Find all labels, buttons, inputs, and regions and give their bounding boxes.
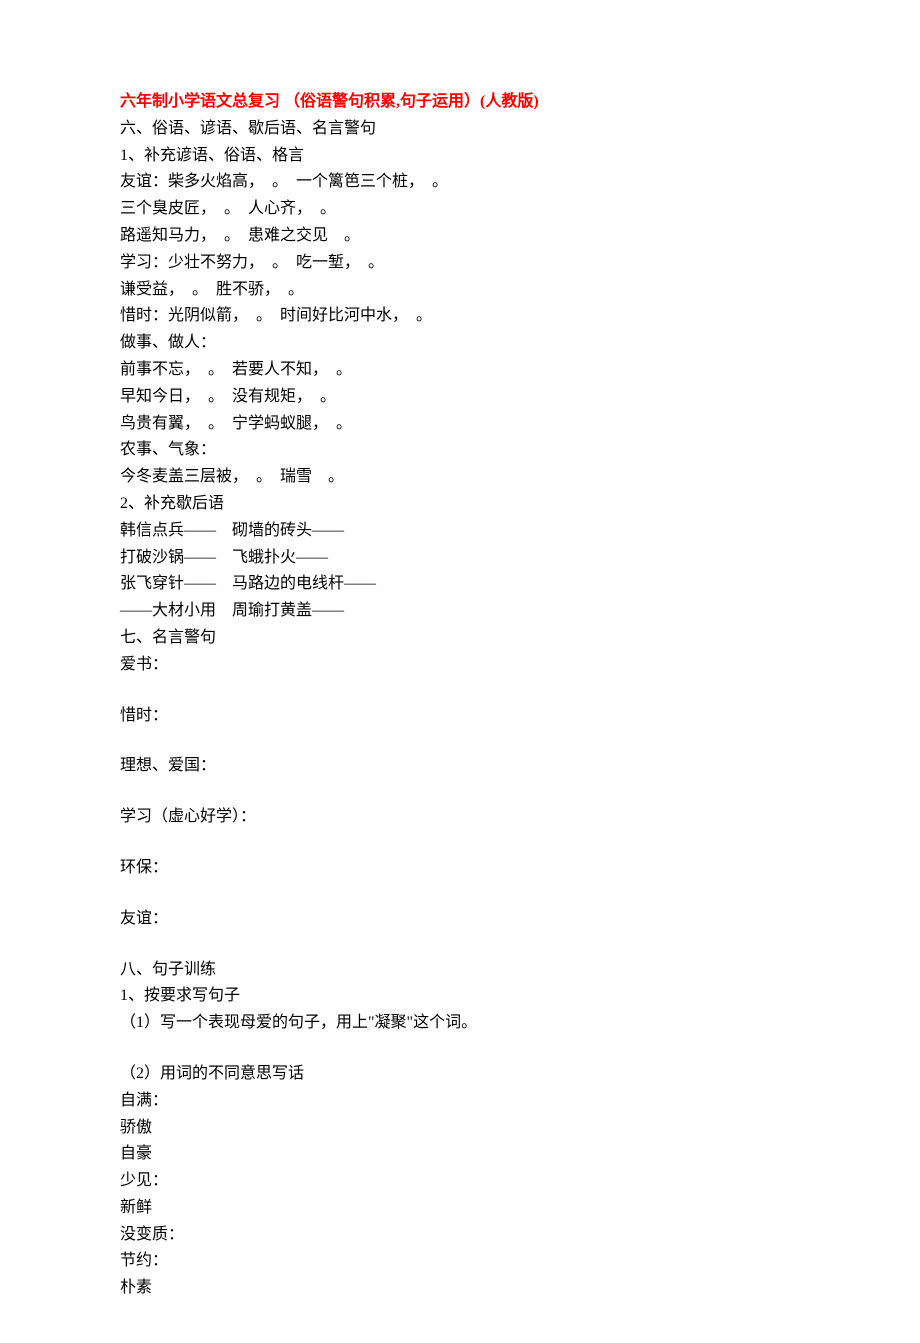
text-line: 2、补充歇后语 xyxy=(120,492,800,517)
text-line: 打破沙锅—— 飞蛾扑火—— xyxy=(120,546,800,571)
blank-line xyxy=(120,680,800,704)
text-line: 做事、做人： xyxy=(120,331,800,356)
text-line: 自满： xyxy=(120,1089,800,1114)
blank-line xyxy=(120,730,800,754)
text-line: 朴素 xyxy=(120,1276,800,1301)
text-line: 八、句子训练 xyxy=(120,958,800,983)
text-line: 谦受益， 。 胜不骄， 。 xyxy=(120,278,800,303)
blank-line xyxy=(120,781,800,805)
text-line: ——大材小用 周瑜打黄盖—— xyxy=(120,599,800,624)
text-line: 早知今日， 。 没有规矩， 。 xyxy=(120,385,800,410)
text-line: 惜时： xyxy=(120,704,800,729)
text-line: 六、俗语、谚语、歇后语、名言警句 xyxy=(120,117,800,142)
text-line: 友谊： xyxy=(120,907,800,932)
text-line: 自豪 xyxy=(120,1142,800,1167)
text-line: 前事不忘， 。 若要人不知， 。 xyxy=(120,358,800,383)
text-line: 少见： xyxy=(120,1169,800,1194)
blank-line xyxy=(120,832,800,856)
text-line: 今冬麦盖三层被， 。 瑞雪 。 xyxy=(120,465,800,490)
text-line: 新鲜 xyxy=(120,1196,800,1221)
document-title: 六年制小学语文总复习 （俗语警句积累,句子运用）(人教版) xyxy=(120,90,800,115)
text-line: 鸟贵有翼， 。 宁学蚂蚁腿， 。 xyxy=(120,412,800,437)
text-line: 1、按要求写句子 xyxy=(120,984,800,1009)
text-line: （2）用词的不同意思写话 xyxy=(120,1062,800,1087)
text-line: 学习（虚心好学）： xyxy=(120,805,800,830)
text-line: 节约： xyxy=(120,1249,800,1274)
text-line: 三个臭皮匠， 。 人心齐， 。 xyxy=(120,197,800,222)
text-line: 骄傲 xyxy=(120,1116,800,1141)
text-line: 韩信点兵—— 砌墙的砖头—— xyxy=(120,519,800,544)
text-line: 惜时：光阴似箭， 。 时间好比河中水， 。 xyxy=(120,304,800,329)
text-line: （1）写一个表现母爱的句子，用上"凝聚"这个词。 xyxy=(120,1011,800,1036)
text-line: 理想、爱国： xyxy=(120,754,800,779)
text-line: 没变质： xyxy=(120,1223,800,1248)
text-line: 农事、气象： xyxy=(120,438,800,463)
text-line: 学习：少壮不努力， 。 吃一堑， 。 xyxy=(120,251,800,276)
text-line: 环保： xyxy=(120,856,800,881)
text-line: 路遥知马力， 。 患难之交见 。 xyxy=(120,224,800,249)
text-line: 友谊：柴多火焰高， 。 一个篱笆三个桩， 。 xyxy=(120,170,800,195)
blank-line xyxy=(120,934,800,958)
text-line: 爱书： xyxy=(120,653,800,678)
blank-line xyxy=(120,883,800,907)
text-line: 1、补充谚语、俗语、格言 xyxy=(120,144,800,169)
text-line: 七、名言警句 xyxy=(120,626,800,651)
blank-line xyxy=(120,1038,800,1062)
document-body: 六、俗语、谚语、歇后语、名言警句1、补充谚语、俗语、格言友谊：柴多火焰高， 。 … xyxy=(120,117,800,1301)
text-line: 张飞穿针—— 马路边的电线杆—— xyxy=(120,572,800,597)
